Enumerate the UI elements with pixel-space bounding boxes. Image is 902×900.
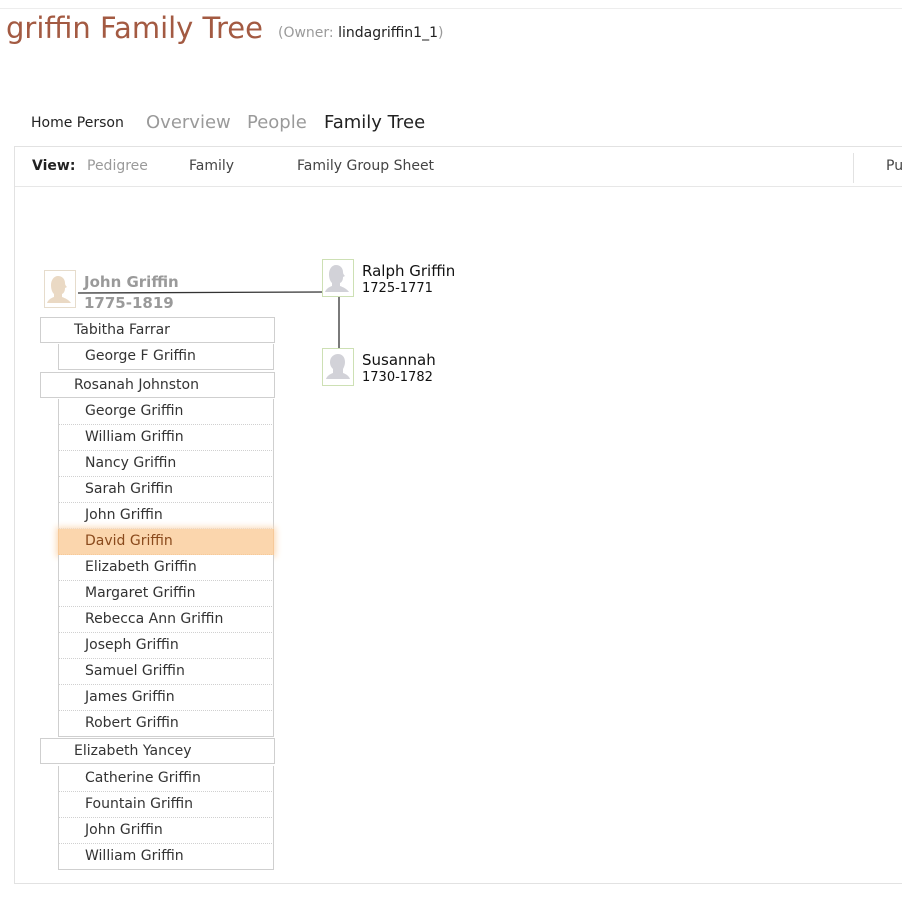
child-row[interactable]: James Griffin <box>58 685 274 711</box>
child-name: Sarah Griffin <box>85 481 174 497</box>
child-name: John Griffin <box>85 507 163 523</box>
child-row[interactable]: Fountain Griffin <box>58 792 274 818</box>
child-row[interactable]: Catherine Griffin <box>58 766 274 792</box>
child-row[interactable]: Margaret Griffin <box>58 581 274 607</box>
child-name: Margaret Griffin <box>85 585 196 601</box>
child-name: George F Griffin <box>85 348 196 364</box>
home-to-parents-line <box>77 291 325 294</box>
child-row-highlighted[interactable]: David Griffin <box>58 529 274 555</box>
child-name: William Griffin <box>85 848 184 864</box>
mother-name[interactable]: Susannah <box>362 351 436 369</box>
child-name: Fountain Griffin <box>85 796 194 812</box>
person-silhouette-icon[interactable] <box>322 348 354 386</box>
child-row[interactable]: Rebecca Ann Griffin <box>58 607 274 633</box>
child-name: Catherine Griffin <box>85 770 201 786</box>
spouse-name: Tabitha Farrar <box>74 322 170 338</box>
person-silhouette-icon[interactable] <box>322 259 354 297</box>
child-name: David Griffin <box>85 533 173 549</box>
child-row[interactable]: George F Griffin <box>58 344 274 370</box>
child-name: Rebecca Ann Griffin <box>85 611 224 627</box>
home-person-dates: 1775-1819 <box>84 294 174 312</box>
child-row[interactable]: John Griffin <box>58 503 274 529</box>
spouse-row[interactable]: Rosanah Johnston <box>40 372 275 398</box>
spouse-row[interactable]: Tabitha Farrar <box>40 317 275 343</box>
child-name: William Griffin <box>85 429 184 445</box>
child-row[interactable]: Sarah Griffin <box>58 477 274 503</box>
child-name: James Griffin <box>85 689 175 705</box>
child-row[interactable]: Samuel Griffin <box>58 659 274 685</box>
child-row[interactable]: George Griffin <box>58 399 274 425</box>
father-name[interactable]: Ralph Griffin <box>362 262 455 280</box>
child-name: John Griffin <box>85 822 163 838</box>
child-name: George Griffin <box>85 403 184 419</box>
child-row[interactable]: Joseph Griffin <box>58 633 274 659</box>
child-row[interactable]: John Griffin <box>58 818 274 844</box>
child-row[interactable]: William Griffin <box>58 844 274 870</box>
child-row[interactable]: Robert Griffin <box>58 711 274 737</box>
child-name: Joseph Griffin <box>85 637 179 653</box>
spouse-name: Rosanah Johnston <box>74 377 199 393</box>
child-name: Elizabeth Griffin <box>85 559 197 575</box>
child-row[interactable]: William Griffin <box>58 425 274 451</box>
person-silhouette-icon[interactable] <box>44 270 76 308</box>
child-row[interactable]: Elizabeth Griffin <box>58 555 274 581</box>
home-person-name[interactable]: John Griffin <box>84 273 179 291</box>
child-name: Robert Griffin <box>85 715 179 731</box>
spouse-row[interactable]: Elizabeth Yancey <box>40 738 275 764</box>
mother-dates: 1730-1782 <box>362 370 433 385</box>
child-name: Samuel Griffin <box>85 663 185 679</box>
child-name: Nancy Griffin <box>85 455 177 471</box>
father-dates: 1725-1771 <box>362 281 433 296</box>
child-row[interactable]: Nancy Griffin <box>58 451 274 477</box>
spouse-name: Elizabeth Yancey <box>74 743 192 759</box>
